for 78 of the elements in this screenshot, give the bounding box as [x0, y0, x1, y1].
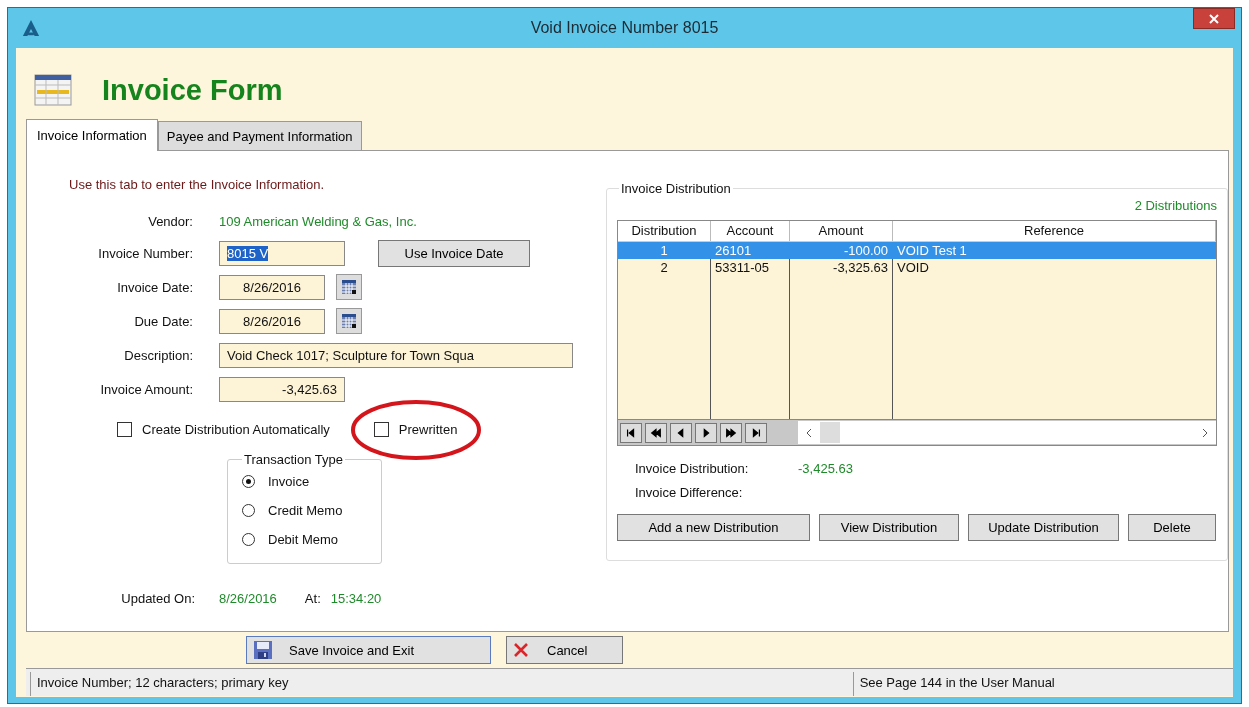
input-field[interactable]: Void Check 1017; Sculpture for Town Squa — [219, 342, 573, 368]
distribution-button[interactable]: View Distribution — [819, 514, 959, 541]
column-header[interactable]: Distribution — [618, 221, 711, 241]
updated-time: 15:34:20 — [330, 590, 382, 606]
calendar-button[interactable] — [336, 274, 362, 300]
table-cell: 26101 — [711, 242, 790, 259]
calendar-button[interactable] — [336, 308, 362, 334]
form-icon — [34, 74, 72, 106]
field-label: Invoice Amount: — [99, 381, 194, 397]
distribution-count: 2 Distributions — [1134, 198, 1217, 215]
instruction-text: Use this tab to enter the Invoice Information. — [69, 177, 326, 192]
prev-page-icon[interactable] — [645, 422, 667, 443]
tab[interactable]: Invoice Information — [26, 119, 158, 151]
field-label: Due Date: — [133, 313, 194, 329]
input-field[interactable]: 8015 V — [219, 240, 345, 266]
field-label: Updated On: — [120, 590, 196, 606]
distribution-button[interactable]: Add a new Distribution — [617, 514, 810, 541]
status-text: See Page 144 in the User Manual — [852, 672, 1229, 696]
table-cell: -3,325.63 — [790, 259, 893, 276]
form-title: Invoice Form — [102, 73, 283, 107]
radio-button[interactable] — [242, 504, 255, 517]
radio-button[interactable] — [242, 475, 255, 488]
cancel-button[interactable]: Cancel — [506, 636, 623, 664]
status-text: Invoice Number; 12 characters; primary key — [30, 672, 598, 696]
close-button[interactable] — [1193, 8, 1235, 29]
field-label: Invoice Number: — [97, 245, 194, 261]
next-page-icon[interactable] — [720, 422, 742, 443]
table-cell: -100.00 — [790, 242, 893, 259]
scroll-left-icon[interactable] — [805, 427, 813, 438]
vendor-value: 109 American Welding & Gas, Inc. — [219, 213, 417, 229]
save-button[interactable]: Save Invoice and Exit — [246, 636, 491, 664]
checkbox-label: Create Distribution Automatically — [142, 421, 330, 437]
input-field[interactable]: -3,425.63 — [219, 376, 345, 402]
calendar-icon — [342, 280, 356, 294]
table-cell-text: VOID Test 1 — [896, 242, 968, 259]
group-title: Invoice Distribution — [620, 181, 732, 196]
summary-value: -3,425.63 — [798, 460, 853, 476]
input-field[interactable]: 8/26/2016 — [219, 308, 325, 334]
table-cell: 53311-05 — [711, 259, 790, 276]
column-header[interactable]: Reference — [893, 221, 1216, 241]
column-header[interactable]: Amount — [790, 221, 893, 241]
field-label: Description: — [123, 347, 194, 363]
radio-label: Credit Memo — [268, 503, 343, 518]
last-icon[interactable] — [745, 422, 767, 443]
radio-label: Debit Memo — [268, 532, 339, 547]
scroll-thumb[interactable] — [820, 422, 840, 443]
input-field[interactable]: 8/26/2016 — [219, 274, 325, 300]
first-icon[interactable] — [620, 422, 642, 443]
distribution-button[interactable]: Update Distribution — [968, 514, 1119, 541]
summary-label: Invoice Difference: — [635, 484, 744, 500]
app-logo-icon — [22, 19, 40, 37]
x-mark-icon — [513, 642, 529, 658]
field-label: At: — [304, 590, 321, 606]
table-row[interactable]: 2 53311-05 -3,325.63 VOID — [618, 259, 1216, 276]
table-cell-text: VOID — [896, 259, 930, 276]
checkbox[interactable] — [373, 421, 389, 437]
summary-label: Invoice Distribution: — [635, 460, 750, 476]
window-title: Void Invoice Number 8015 — [530, 19, 719, 37]
table-cell: 2 — [618, 259, 711, 276]
tab[interactable]: Payee and Payment Information — [157, 121, 362, 150]
radio-button[interactable] — [242, 533, 255, 546]
updated-date: 8/26/2016 — [219, 590, 277, 606]
table-cell: 1 — [618, 242, 711, 259]
next-icon[interactable] — [695, 422, 717, 443]
column-header[interactable]: Account — [711, 221, 790, 241]
radio-label: Invoice — [268, 474, 310, 489]
calendar-icon — [342, 314, 356, 328]
checkbox[interactable] — [117, 421, 132, 437]
scroll-right-icon[interactable] — [1201, 427, 1209, 438]
prev-icon[interactable] — [670, 422, 692, 443]
checkbox-label: Prewritten — [398, 421, 458, 437]
close-icon — [1209, 13, 1219, 24]
horizontal-scrollbar[interactable] — [798, 421, 1216, 444]
use-invoice-date-button[interactable]: Use Invoice Date — [378, 239, 530, 267]
field-label: Vendor: — [147, 213, 194, 229]
group-title: Transaction Type — [243, 452, 344, 467]
distribution-button[interactable]: Delete — [1128, 514, 1216, 541]
field-label: Invoice Date: — [116, 279, 194, 295]
